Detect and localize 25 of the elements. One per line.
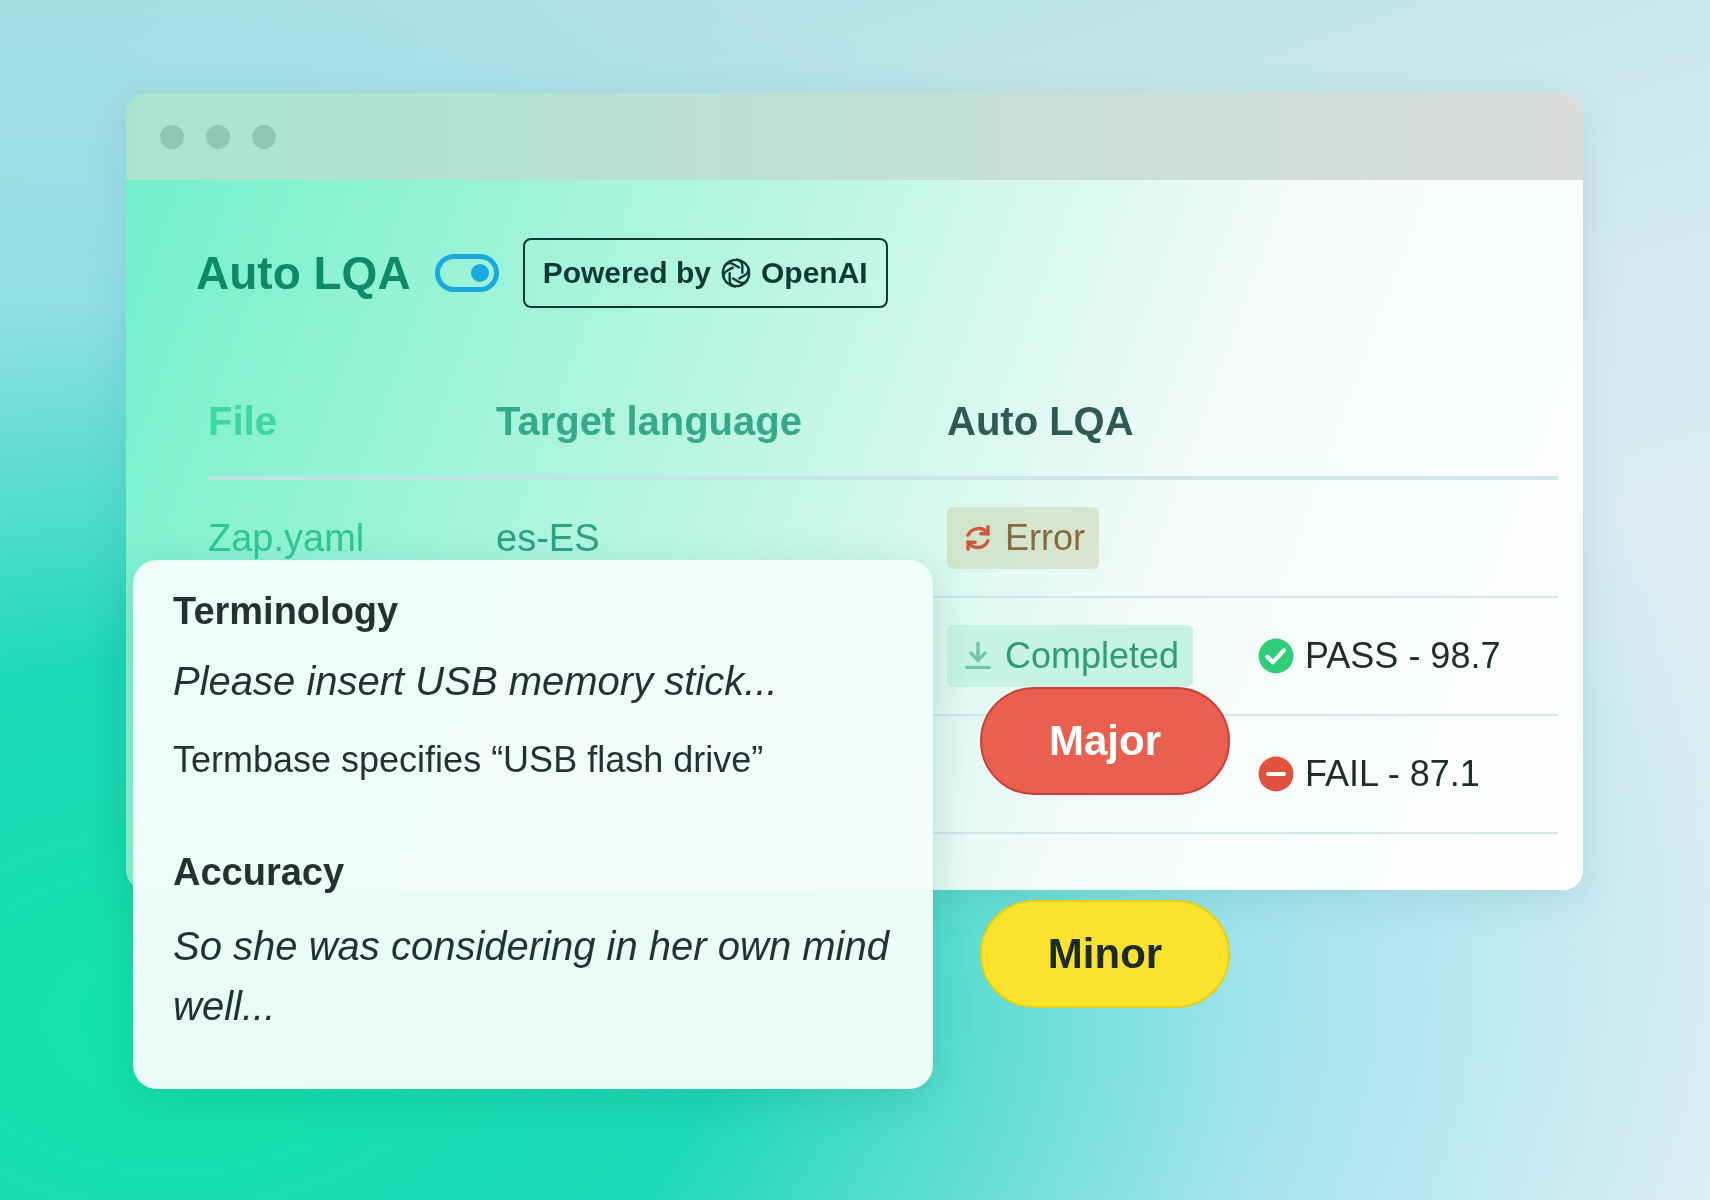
- toggle-switch[interactable]: [434, 254, 499, 292]
- feature-title: Auto LQA: [196, 246, 411, 300]
- column-header: Auto LQA: [947, 398, 1135, 444]
- severity-badge: Major: [980, 687, 1230, 795]
- result-score: FAIL - 87.1: [1305, 753, 1480, 795]
- check-icon: [1257, 637, 1295, 675]
- column-header: Target language: [496, 398, 803, 444]
- issue-note: Termbase specifies “USB flash drive”: [173, 739, 765, 781]
- column-header: File: [208, 398, 278, 444]
- issue-example: Please insert USB memory stick...: [173, 658, 779, 705]
- file-name: Zap.yaml: [208, 516, 365, 560]
- issue-example: So she was considering in her own mind well...: [173, 923, 891, 1030]
- window-dot-icon[interactable]: [206, 124, 230, 149]
- status-label: Error: [1005, 517, 1085, 559]
- window-dot-icon[interactable]: [160, 124, 184, 149]
- window-dot-icon[interactable]: [252, 124, 276, 149]
- minus-circle-icon: [1257, 755, 1295, 793]
- issue-category: Terminology: [173, 590, 400, 633]
- status-label: Completed: [1005, 635, 1180, 677]
- severity-badge: Minor: [980, 900, 1230, 1008]
- issue-category: Accuracy: [173, 851, 346, 894]
- language-code: es-ES: [496, 516, 600, 560]
- brand-label: OpenAI: [761, 256, 868, 290]
- result-score: PASS - 98.7: [1305, 635, 1501, 677]
- powered-by-label: Powered by: [542, 256, 711, 290]
